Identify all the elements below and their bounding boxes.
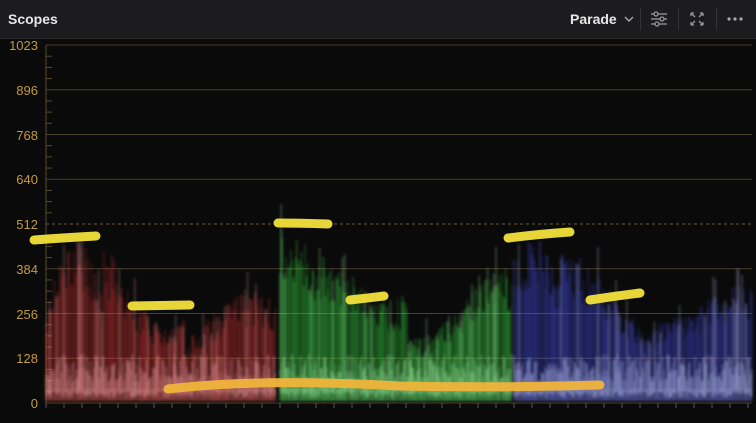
more-options-icon xyxy=(727,17,743,21)
expand-button[interactable] xyxy=(684,6,710,32)
chevron-down-icon xyxy=(624,16,634,22)
annotation-stroke xyxy=(345,291,389,305)
waveform-floor xyxy=(46,389,276,401)
header-divider xyxy=(716,8,717,30)
header-divider xyxy=(678,8,679,30)
more-options-button[interactable] xyxy=(722,6,748,32)
scope-mode-dropdown[interactable]: Parade xyxy=(570,11,635,27)
green-channel-waveform xyxy=(279,204,513,401)
annotation-stroke xyxy=(127,300,195,311)
scope-mode-label: Parade xyxy=(570,11,617,27)
settings-button[interactable] xyxy=(646,6,672,32)
rgb-parade-scope: 1023 896 768 640 512 384 256 128 0 xyxy=(0,38,756,423)
panel-title: Scopes xyxy=(8,11,58,27)
header-divider xyxy=(640,8,641,30)
x-axis-ticks xyxy=(45,403,749,408)
annotation-stroke xyxy=(273,218,333,229)
red-channel-waveform xyxy=(45,236,276,401)
waveform-floor xyxy=(514,389,752,401)
annotation-stroke xyxy=(29,231,101,245)
expand-icon xyxy=(690,12,704,26)
scopes-header: Scopes Parade xyxy=(0,0,756,39)
annotation-stroke xyxy=(503,227,575,243)
blue-channel-waveform xyxy=(513,239,753,401)
annotation-stroke xyxy=(163,378,605,394)
parade-waveform xyxy=(29,44,753,408)
sliders-icon xyxy=(651,11,667,27)
